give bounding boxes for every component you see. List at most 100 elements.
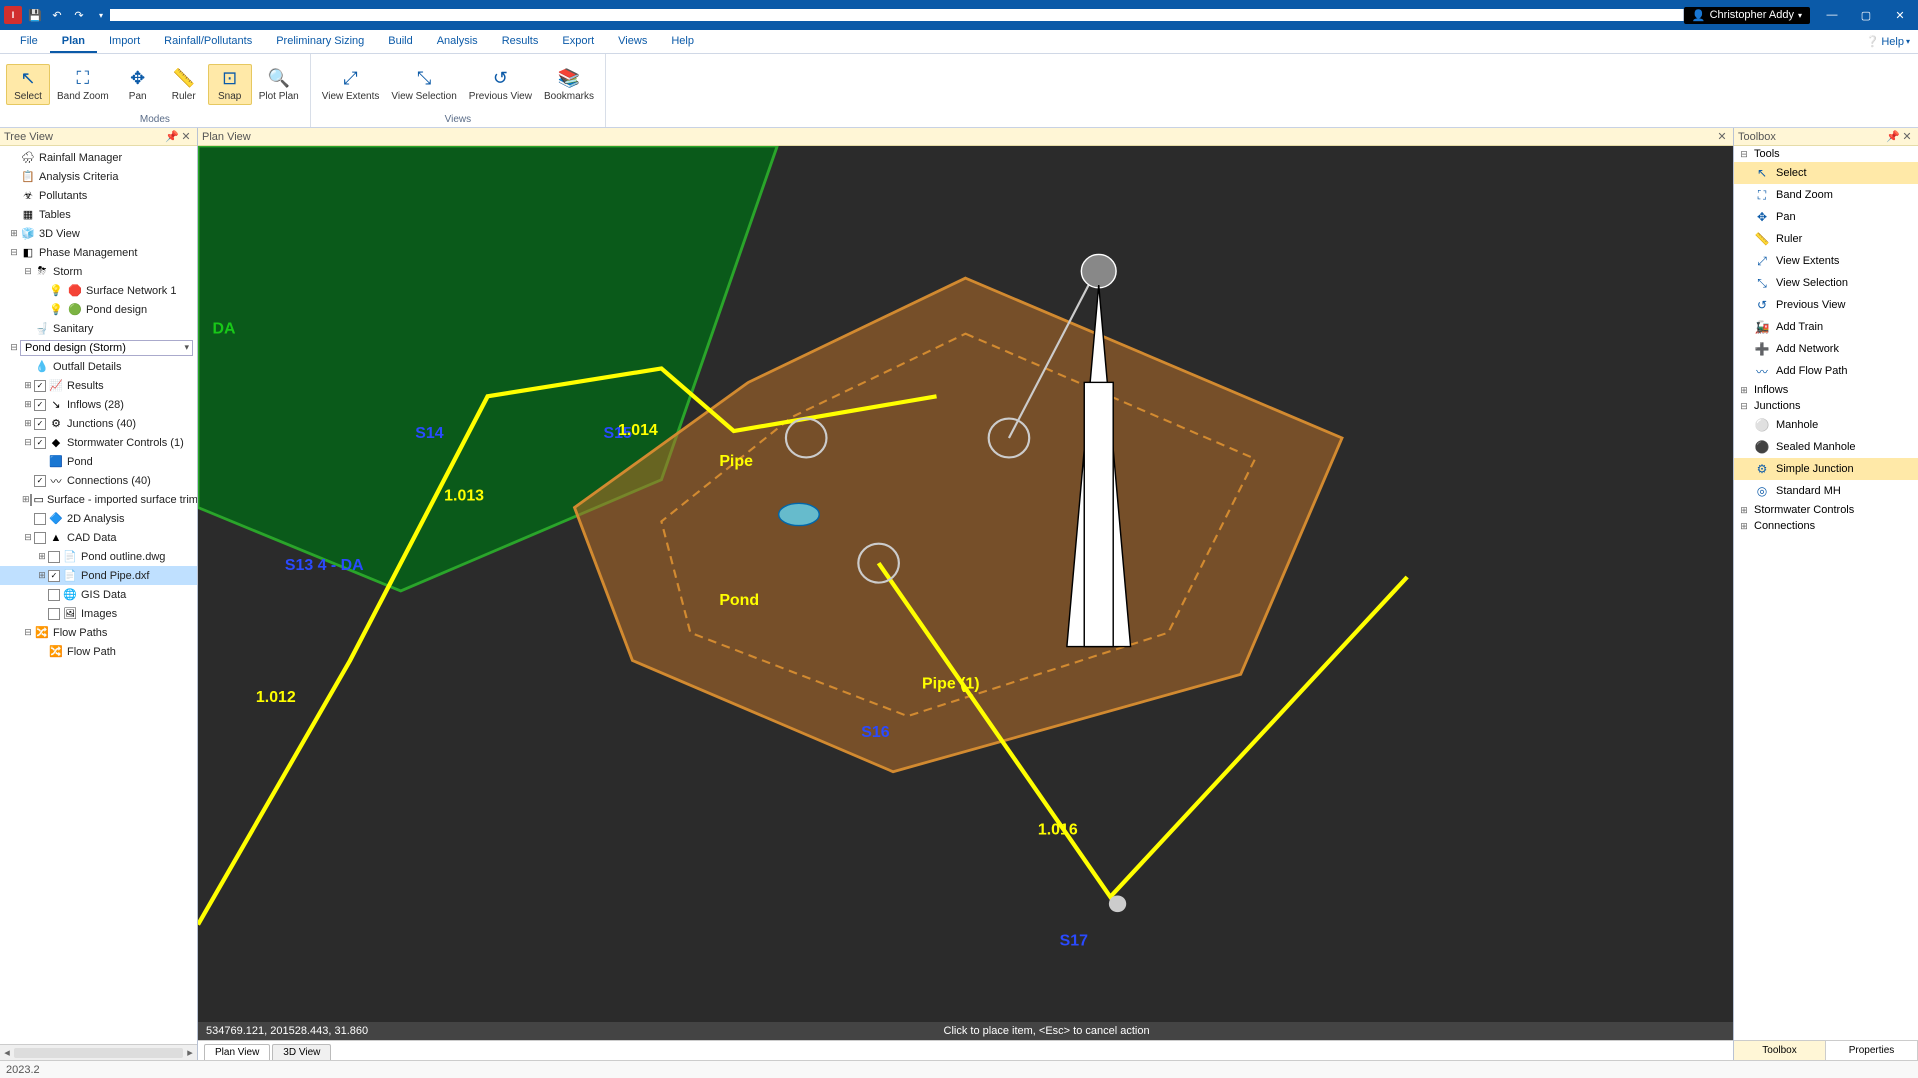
toolbox-item-add-train[interactable]: 🚂Add Train	[1734, 316, 1918, 338]
tree-node[interactable]: ⊞📄Pond outline.dwg	[0, 547, 197, 566]
toolbox-category-connections[interactable]: ⊞Connections	[1734, 518, 1918, 534]
menu-help[interactable]: Help	[659, 31, 706, 53]
ribbon-band-zoom-button[interactable]: ⛶Band Zoom	[52, 64, 114, 105]
tree-node[interactable]: 🔀Flow Path	[0, 642, 197, 661]
tree-node[interactable]: ⊟Pond design (Storm)	[0, 338, 197, 357]
tree-twist-icon[interactable]: ⊟	[8, 247, 20, 258]
tree-node[interactable]: ✓〰Connections (40)	[0, 471, 197, 490]
toolbox-item-standard-mh[interactable]: ◎Standard MH	[1734, 480, 1918, 502]
menu-build[interactable]: Build	[376, 31, 424, 53]
toolbox-item-simple-junction[interactable]: ⚙Simple Junction	[1734, 458, 1918, 480]
phase-selector-dropdown[interactable]: Pond design (Storm)	[20, 340, 193, 356]
toolbox-tab-toolbox[interactable]: Toolbox	[1734, 1041, 1826, 1060]
toolbox-item-ruler[interactable]: 📏Ruler	[1734, 228, 1918, 250]
tree-node[interactable]: ⊞▭Surface - imported surface trimmed	[0, 490, 197, 509]
pin-icon[interactable]: 📌	[165, 130, 179, 144]
tree-twist-icon[interactable]: ⊞	[36, 570, 48, 581]
ribbon-pan-button[interactable]: ✥Pan	[116, 64, 160, 105]
toolbox-item-add-flow-path[interactable]: 〰Add Flow Path	[1734, 360, 1918, 382]
tree-node[interactable]: 💧Outfall Details	[0, 357, 197, 376]
tree-checkbox[interactable]	[34, 513, 46, 525]
toolbox-body[interactable]: ⊟Tools↖Select⛶Band Zoom✥Pan📏Ruler⤢View E…	[1734, 146, 1918, 1040]
toolbox-item-band-zoom[interactable]: ⛶Band Zoom	[1734, 184, 1918, 206]
tree-twist-icon[interactable]: ⊞	[36, 551, 48, 562]
toolbox-category-stormwater-controls[interactable]: ⊞Stormwater Controls	[1734, 502, 1918, 518]
close-button[interactable]: ✕	[1886, 5, 1914, 25]
tree-node[interactable]: ⊞🧊3D View	[0, 224, 197, 243]
tree-checkbox[interactable]: ✓	[34, 399, 46, 411]
tree-node[interactable]: ⊟▲CAD Data	[0, 528, 197, 547]
tree-checkbox[interactable]	[30, 494, 32, 506]
tree-twist-icon[interactable]: ⊞	[22, 494, 30, 505]
toolbox-item-pan[interactable]: ✥Pan	[1734, 206, 1918, 228]
scroll-right-icon[interactable]: ▸	[183, 1046, 197, 1059]
user-menu[interactable]: 👤 Christopher Addy ▾	[1684, 7, 1810, 24]
tree-twist-icon[interactable]: ⊟	[22, 627, 34, 638]
toolbox-item-view-selection[interactable]: ⤡View Selection	[1734, 272, 1918, 294]
menu-views[interactable]: Views	[606, 31, 659, 53]
scroll-left-icon[interactable]: ◂	[0, 1046, 14, 1059]
tree-node[interactable]: ⊞✓↘Inflows (28)	[0, 395, 197, 414]
tree-checkbox[interactable]	[48, 551, 60, 563]
tree-node[interactable]: ⊟🔀Flow Paths	[0, 623, 197, 642]
tree-node[interactable]: ⊞✓📈Results	[0, 376, 197, 395]
plan-view-canvas[interactable]: DA S14 S15 1.014 Pipe 1.013 S13 4 - DA 1…	[198, 146, 1733, 1022]
tree-checkbox[interactable]	[48, 608, 60, 620]
tree-twist-icon[interactable]: ⊞	[22, 399, 34, 410]
menu-import[interactable]: Import	[97, 31, 152, 53]
tree-twist-icon[interactable]: ⊟	[22, 266, 34, 277]
tree-twist-icon[interactable]: ⊟	[22, 437, 34, 448]
toolbox-item-view-extents[interactable]: ⤢View Extents	[1734, 250, 1918, 272]
close-icon[interactable]: ✕	[1900, 130, 1914, 144]
menu-file[interactable]: File	[8, 31, 50, 53]
tree-twist-icon[interactable]: ⊞	[22, 380, 34, 391]
toolbox-item-sealed-manhole[interactable]: ⚫Sealed Manhole	[1734, 436, 1918, 458]
ribbon-bookmarks-button[interactable]: 📚Bookmarks	[539, 64, 599, 105]
tree-node[interactable]: 📋Analysis Criteria	[0, 167, 197, 186]
pin-icon[interactable]: 📌	[1886, 130, 1900, 144]
tree-twist-icon[interactable]: ⊟	[8, 342, 20, 353]
tree-node[interactable]: ⊞✓📄Pond Pipe.dxf	[0, 566, 197, 585]
tree-node[interactable]: 🌐GIS Data	[0, 585, 197, 604]
toolbox-category-junctions[interactable]: ⊟Junctions	[1734, 398, 1918, 414]
ribbon-previous-view-button[interactable]: ↺Previous View	[464, 64, 537, 105]
tree-node[interactable]: 🔷2D Analysis	[0, 509, 197, 528]
ribbon-view-selection-button[interactable]: ⤡View Selection	[386, 64, 461, 105]
save-icon[interactable]: 💾	[26, 6, 44, 24]
ribbon-view-extents-button[interactable]: ⤢View Extents	[317, 64, 385, 105]
tree-horizontal-scrollbar[interactable]: ◂ ▸	[0, 1044, 197, 1060]
menu-export[interactable]: Export	[550, 31, 606, 53]
tree-node[interactable]: 🌧Rainfall Manager	[0, 148, 197, 167]
toolbox-category-tools[interactable]: ⊟Tools	[1734, 146, 1918, 162]
tree-checkbox[interactable]	[34, 532, 46, 544]
toolbox-category-inflows[interactable]: ⊞Inflows	[1734, 382, 1918, 398]
tree-twist-icon[interactable]: ⊞	[8, 228, 20, 239]
tree-checkbox[interactable]: ✓	[34, 475, 46, 487]
tree-node[interactable]: 🚽Sanitary	[0, 319, 197, 338]
menu-rainfallpollutants[interactable]: Rainfall/Pollutants	[152, 31, 264, 53]
tree-node[interactable]: 💡🛑Surface Network 1	[0, 281, 197, 300]
view-tab-3d-view[interactable]: 3D View	[272, 1044, 331, 1060]
redo-icon[interactable]: ↷	[70, 6, 88, 24]
menu-preliminarysizing[interactable]: Preliminary Sizing	[264, 31, 376, 53]
junction-node[interactable]	[1109, 895, 1126, 912]
menu-plan[interactable]: Plan	[50, 31, 97, 53]
toolbox-item-select[interactable]: ↖Select	[1734, 162, 1918, 184]
tree-checkbox[interactable]: ✓	[34, 380, 46, 392]
tree-view-body[interactable]: 🌧Rainfall Manager📋Analysis Criteria☣Poll…	[0, 146, 197, 1044]
toolbox-item-add-network[interactable]: ➕Add Network	[1734, 338, 1918, 360]
ribbon-ruler-button[interactable]: 📏Ruler	[162, 64, 206, 105]
tree-twist-icon[interactable]: ⊟	[22, 532, 34, 543]
tree-node[interactable]: 🟦Pond	[0, 452, 197, 471]
help-link[interactable]: ❔ Help ▾	[1866, 35, 1910, 48]
tree-checkbox[interactable]	[48, 589, 60, 601]
maximize-button[interactable]: ▢	[1852, 5, 1880, 25]
undo-icon[interactable]: ↶	[48, 6, 66, 24]
tree-checkbox[interactable]: ✓	[34, 418, 46, 430]
toolbox-item-previous-view[interactable]: ↺Previous View	[1734, 294, 1918, 316]
close-icon[interactable]: ✕	[1715, 130, 1729, 144]
tree-node[interactable]: ☣Pollutants	[0, 186, 197, 205]
ribbon-select-button[interactable]: ↖Select	[6, 64, 50, 105]
toolbox-item-manhole[interactable]: ⚪Manhole	[1734, 414, 1918, 436]
minimize-button[interactable]: —	[1818, 5, 1846, 25]
